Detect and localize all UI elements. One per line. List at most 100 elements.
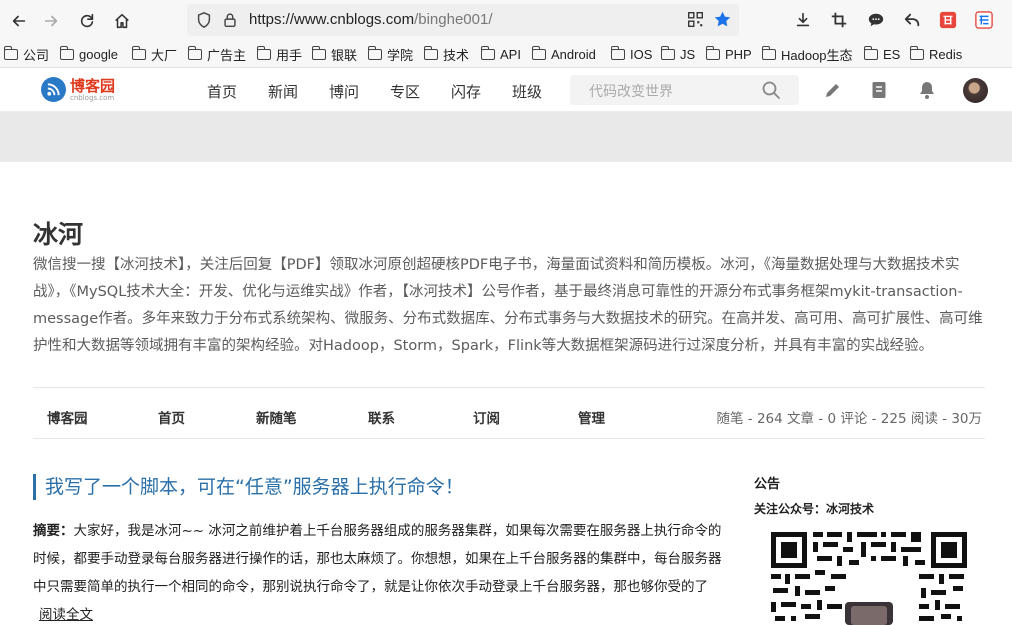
subnav-cnblogs[interactable]: 博客园 bbox=[47, 407, 88, 427]
bookmark-label: PHP bbox=[725, 46, 752, 62]
folder-icon bbox=[705, 45, 720, 60]
folder-icon bbox=[761, 45, 776, 60]
chat-icon[interactable] bbox=[866, 10, 886, 30]
bookmark-folder[interactable]: Hadoop生态 bbox=[761, 45, 853, 63]
bookmarks-bar: 公司 google 大厂 广告主 用手 银联 学院 技术 API Android… bbox=[0, 40, 1012, 68]
back-icon[interactable] bbox=[6, 8, 32, 34]
bookmark-folder[interactable]: API bbox=[480, 45, 521, 63]
reload-icon[interactable] bbox=[74, 8, 100, 34]
nav-news[interactable]: 新闻 bbox=[268, 81, 298, 102]
summary-text: 大家好，我是冰河~~ 冰河之前维护着上千台服务器组成的服务器集群，如果每次需要在… bbox=[33, 523, 722, 595]
url-host: https://www.cnblogs.com bbox=[249, 11, 415, 28]
bookmark-label: google bbox=[79, 46, 119, 62]
folder-icon bbox=[187, 45, 202, 60]
bookmark-label: 银联 bbox=[331, 47, 358, 63]
crop-icon[interactable] bbox=[829, 10, 849, 30]
subnav-home[interactable]: 首页 bbox=[158, 407, 185, 427]
bookmark-label: 用手 bbox=[276, 47, 303, 63]
extension-icon[interactable] bbox=[974, 10, 994, 30]
browser-toolbar: https://www.cnblogs.com/binghe001/ bbox=[0, 0, 1012, 40]
bookmark-folder[interactable]: ES bbox=[863, 45, 901, 63]
address-bar[interactable]: https://www.cnblogs.com/binghe001/ bbox=[187, 4, 739, 36]
post-summary: 摘要：大家好，我是冰河~~ 冰河之前维护着上千台服务器组成的服务器集群，如果每次… bbox=[33, 517, 727, 625]
folder-icon bbox=[367, 45, 382, 60]
folder-icon bbox=[59, 45, 74, 60]
avatar[interactable] bbox=[963, 78, 988, 103]
bookmark-folder[interactable]: PHP bbox=[705, 45, 752, 63]
read-more-link[interactable]: 阅读全文 bbox=[39, 607, 93, 623]
qrcode-image bbox=[769, 528, 969, 625]
bookmark-label: Android bbox=[551, 46, 596, 62]
folder-icon bbox=[531, 45, 546, 60]
lock-icon[interactable] bbox=[221, 11, 239, 33]
folder-icon bbox=[256, 45, 271, 60]
bookmark-label: 广告主 bbox=[207, 47, 247, 63]
bookmark-folder[interactable]: Android bbox=[531, 45, 596, 63]
search-input[interactable]: 代码改变世界 bbox=[570, 75, 799, 105]
bookmark-label: Redis bbox=[929, 46, 963, 62]
bookmark-folder[interactable]: 银联 bbox=[311, 45, 358, 63]
bookmark-folder[interactable]: JS bbox=[660, 45, 696, 63]
site-header: 博客园 cnblogs.com 首页 新闻 博问 专区 闪存 班级 代码改变世界 bbox=[0, 69, 1012, 112]
folder-icon bbox=[423, 45, 438, 60]
folder-icon bbox=[131, 45, 146, 60]
bookmark-label: Hadoop生态 bbox=[781, 47, 853, 63]
sidebar-heading: 公告 bbox=[754, 477, 781, 492]
nav-ing[interactable]: 闪存 bbox=[451, 81, 481, 102]
bookmark-folder[interactable]: IOS bbox=[610, 45, 653, 63]
folder-icon bbox=[909, 45, 924, 60]
bookmark-folder[interactable]: 大厂 bbox=[131, 45, 178, 63]
bookmark-star-icon[interactable] bbox=[713, 10, 732, 33]
bookmark-label: ES bbox=[883, 46, 901, 62]
logo-domain: cnblogs.com bbox=[70, 93, 115, 102]
folder-icon bbox=[660, 45, 675, 60]
subnav-contact[interactable]: 联系 bbox=[368, 407, 395, 427]
shop-extension-icon[interactable] bbox=[938, 10, 958, 30]
subnav-subscribe[interactable]: 订阅 bbox=[473, 407, 500, 427]
bookmark-label: 技术 bbox=[443, 47, 470, 63]
bookmark-folder[interactable]: 广告主 bbox=[187, 45, 247, 63]
page-background-band bbox=[0, 112, 1012, 162]
pencil-icon[interactable] bbox=[823, 80, 843, 100]
blog-subnav: 博客园 首页 新随笔 联系 订阅 管理 随笔 - 264 文章 - 0 评论 -… bbox=[33, 387, 985, 439]
folder-icon bbox=[480, 45, 495, 60]
search-icon[interactable] bbox=[761, 80, 781, 100]
blog-title[interactable]: 冰河 bbox=[33, 215, 83, 251]
bookmark-label: 学院 bbox=[387, 47, 414, 63]
bell-icon[interactable] bbox=[917, 80, 937, 100]
folder-icon bbox=[311, 45, 326, 60]
home-icon[interactable] bbox=[109, 8, 135, 34]
bookmark-label: API bbox=[500, 46, 521, 62]
nav-class[interactable]: 班级 bbox=[512, 81, 542, 102]
undo-icon[interactable] bbox=[902, 10, 922, 30]
sidebar-follow-text: 关注公众号：冰河技术 bbox=[754, 502, 875, 516]
summary-label: 摘要： bbox=[33, 523, 74, 539]
bookmark-folder[interactable]: Redis bbox=[909, 45, 963, 63]
subnav-new-post[interactable]: 新随笔 bbox=[256, 407, 297, 427]
folder-icon bbox=[3, 45, 18, 60]
bookmark-folder[interactable]: 公司 bbox=[3, 45, 49, 63]
blog-stats: 随笔 - 264 文章 - 0 评论 - 225 阅读 - 30万 bbox=[716, 411, 983, 427]
notebook-icon[interactable] bbox=[869, 80, 889, 100]
blog-description: 微信搜一搜【冰河技术】，关注后回复【PDF】领取冰河原创超硬核PDF电子书，海量… bbox=[33, 257, 983, 354]
forward-icon[interactable] bbox=[38, 8, 64, 34]
nav-home[interactable]: 首页 bbox=[207, 81, 237, 102]
bookmark-label: 大厂 bbox=[151, 47, 178, 63]
logo-name: 博客园 bbox=[70, 76, 116, 95]
bookmark-folder[interactable]: 用手 bbox=[256, 45, 303, 63]
post-title-link[interactable]: 我写了一个脚本，可在“任意”服务器上执行命令！ bbox=[33, 474, 464, 500]
download-icon[interactable] bbox=[793, 10, 813, 30]
qrcode-icon[interactable] bbox=[687, 11, 704, 32]
bookmark-label: JS bbox=[680, 46, 696, 62]
nav-questions[interactable]: 博问 bbox=[329, 81, 359, 102]
url-text[interactable]: https://www.cnblogs.com/binghe001/ bbox=[249, 11, 492, 28]
bookmark-label: IOS bbox=[630, 46, 653, 62]
bookmark-folder[interactable]: 技术 bbox=[423, 45, 470, 63]
bookmark-folder[interactable]: 学院 bbox=[367, 45, 414, 63]
site-logo[interactable]: 博客园 cnblogs.com bbox=[41, 77, 115, 102]
nav-zone[interactable]: 专区 bbox=[390, 81, 420, 102]
bookmark-folder[interactable]: google bbox=[59, 45, 119, 63]
subnav-admin[interactable]: 管理 bbox=[578, 407, 605, 427]
shield-icon[interactable] bbox=[195, 11, 213, 33]
url-path: /binghe001/ bbox=[414, 11, 493, 28]
